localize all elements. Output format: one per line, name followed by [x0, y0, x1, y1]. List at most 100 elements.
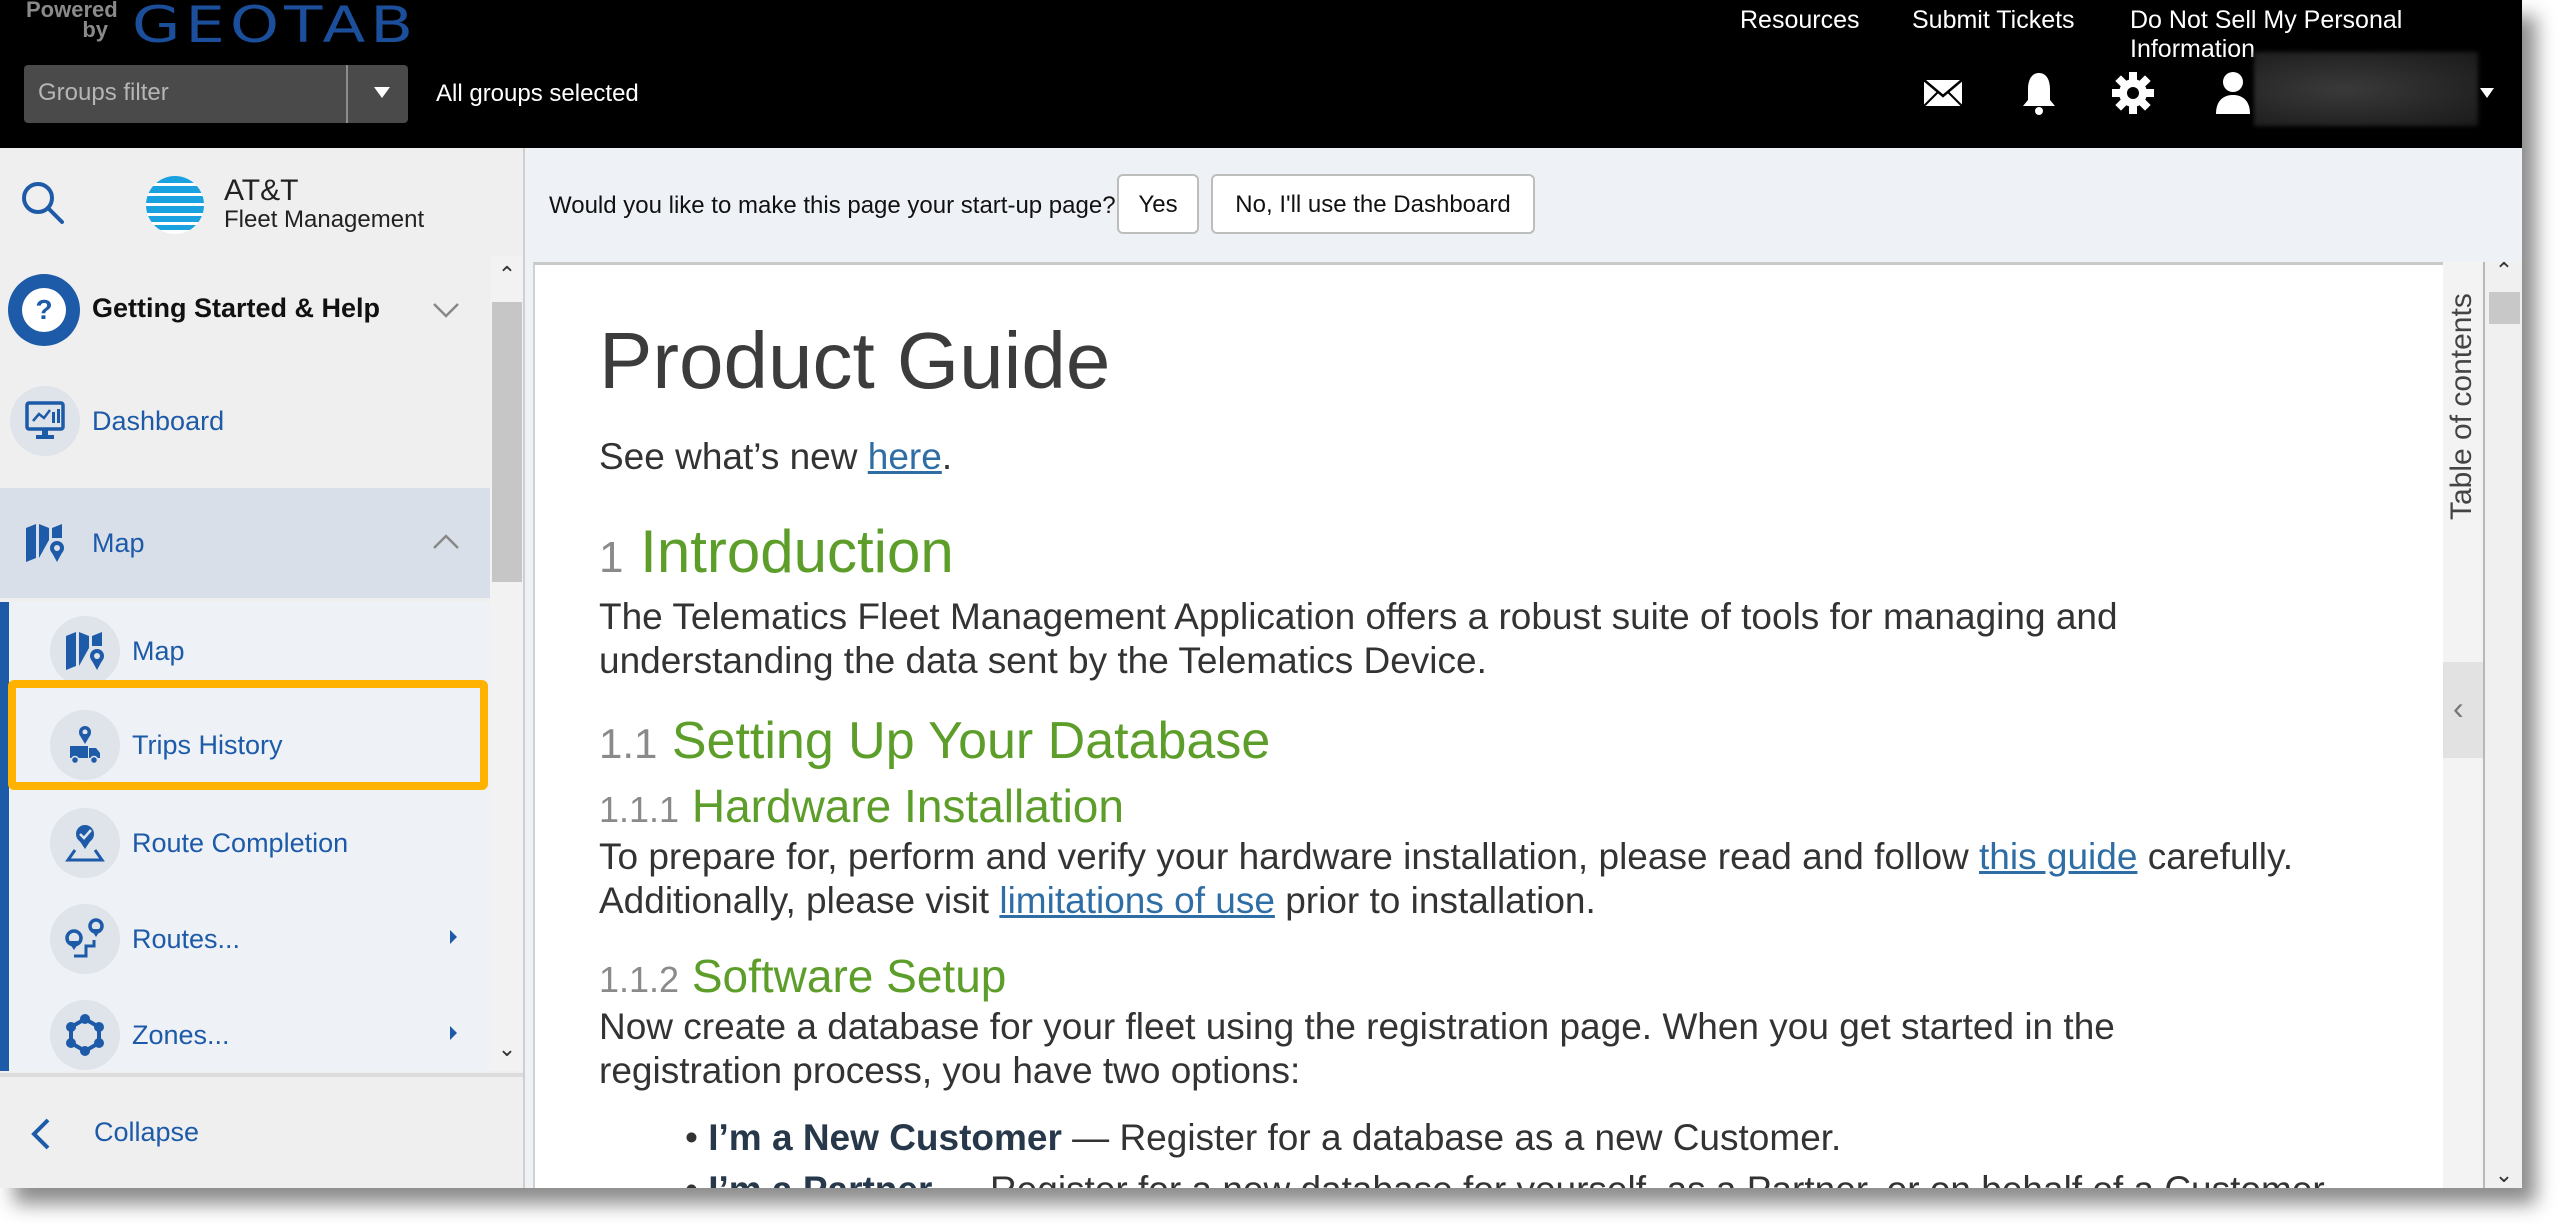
sidebar-subitem-route-completion[interactable]: Route Completion: [0, 794, 490, 890]
user-icon[interactable]: [2210, 70, 2256, 116]
dashboard-icon: [25, 401, 65, 439]
option-list-item: • I’m a Partner — Register for a new dat…: [685, 1169, 2333, 1188]
toc-expand-button[interactable]: ‹: [2443, 662, 2483, 758]
hw-line-2-suffix: prior to installation.: [1274, 880, 1596, 921]
sidebar-scrollbar[interactable]: ⌃ ⌄: [490, 256, 523, 1071]
section-title: Setting Up Your Database: [671, 712, 1271, 770]
groups-status-text: All groups selected: [436, 80, 639, 107]
document-scroll-thumb[interactable]: [2489, 292, 2520, 324]
section-heading-hardware-installation: 1.1.1 Hardware Installation: [599, 779, 1124, 833]
sidebar-item-map[interactable]: Map: [0, 488, 490, 598]
gear-icon[interactable]: [2110, 70, 2156, 116]
sidebar-subitem-label: Routes...: [132, 924, 241, 954]
app-window: Powered by GEOTAB Groups filter All grou…: [0, 0, 2522, 1188]
sidebar-item-getting-started[interactable]: ? Getting Started & Help: [0, 256, 490, 366]
fleet-management-label: Fleet Management: [224, 206, 425, 233]
product-guide-document: Product Guide See what’s new here. 1 Int…: [533, 262, 2445, 1188]
limitations-of-use-link[interactable]: limitations of use: [999, 880, 1275, 921]
section-heading-introduction: 1 Introduction: [599, 517, 954, 586]
section-title: Hardware Installation: [691, 780, 1124, 832]
sidebar-subitem-routes[interactable]: Routes...: [0, 890, 490, 986]
user-name-redacted[interactable]: [2254, 52, 2478, 126]
software-paragraph: Now create a database for your fleet usi…: [599, 1005, 2115, 1093]
section-number: 1.1: [599, 720, 658, 767]
powered-by-label: Powered by: [26, 0, 118, 42]
startup-page-question: Would you like to make this page your st…: [549, 192, 1116, 219]
user-menu-chevron-down-icon[interactable]: [2480, 88, 2494, 98]
section-heading-setting-up-database: 1.1 Setting Up Your Database: [599, 711, 1270, 771]
sidebar-item-label: Dashboard: [92, 406, 225, 436]
groups-filter-input[interactable]: Groups filter: [24, 65, 408, 123]
scroll-up-icon[interactable]: ⌃: [492, 262, 522, 288]
att-globe-logo: [146, 176, 204, 234]
whats-new-text: See what’s new here.: [599, 435, 952, 479]
whats-new-link[interactable]: here: [868, 436, 942, 477]
search-icon[interactable]: [18, 178, 66, 226]
submenu-arrow-icon: [450, 930, 457, 944]
document-scrollbar[interactable]: ⌃ ⌄: [2485, 258, 2522, 1188]
map-icon: [26, 524, 64, 562]
option-list-item: • I’m a New Customer — Register for a da…: [685, 1117, 1841, 1159]
chevron-left-icon: [31, 1118, 50, 1150]
bullet-icon: •: [685, 1117, 709, 1158]
intro-line-1: The Telematics Fleet Management Applicat…: [599, 596, 2118, 637]
zones-icon: [66, 1014, 104, 1056]
resources-link[interactable]: Resources: [1740, 6, 1860, 35]
chevron-down-icon[interactable]: [374, 87, 390, 98]
groups-filter-placeholder: Groups filter: [38, 79, 169, 106]
yes-button[interactable]: Yes: [1117, 174, 1199, 234]
help-icon: ?: [8, 274, 80, 346]
sidebar-scroll-thumb[interactable]: [492, 302, 522, 582]
submit-tickets-link[interactable]: Submit Tickets: [1912, 6, 2075, 35]
submenu-arrow-icon: [450, 1026, 457, 1040]
top-bar: Powered by GEOTAB Groups filter All grou…: [0, 0, 2522, 148]
sidebar-nav-list: ? Getting Started & Help Dashboard Map M…: [0, 256, 490, 1071]
sidebar-item-label: Map: [92, 528, 145, 558]
sidebar-item-label: Getting Started & Help: [92, 293, 381, 323]
scroll-up-icon[interactable]: ⌃: [2489, 258, 2519, 284]
use-dashboard-button[interactable]: No, I'll use the Dashboard: [1211, 174, 1535, 234]
scroll-down-icon[interactable]: ⌄: [492, 1036, 522, 1062]
map-icon: [66, 632, 104, 670]
table-of-contents-label[interactable]: Table of contents: [2445, 260, 2479, 520]
svg-text:?: ?: [35, 294, 52, 325]
sidebar-subitem-label: Map: [132, 636, 185, 666]
option-description: — Register for a database as a new Custo…: [1061, 1117, 1842, 1158]
sidebar: AT&T Fleet Management ? Getting Started …: [0, 148, 525, 1188]
section-title: Introduction: [640, 518, 954, 585]
mail-icon[interactable]: [1920, 70, 1966, 116]
section-number: 1.1.1: [599, 789, 680, 830]
sw-line-1: Now create a database for your fleet usi…: [599, 1006, 2115, 1047]
table-of-contents-panel[interactable]: Table of contents ‹: [2443, 262, 2485, 1188]
section-heading-software-setup: 1.1.2 Software Setup: [599, 949, 1006, 1003]
chevron-left-icon: ‹: [2453, 690, 2464, 726]
whats-new-suffix: .: [941, 436, 953, 477]
hw-line-2: Additionally, please visit: [599, 880, 1000, 921]
sidebar-item-dashboard[interactable]: Dashboard: [0, 366, 490, 476]
document-title: Product Guide: [599, 316, 1111, 405]
intro-line-2: understanding the data sent by the Telem…: [599, 640, 1487, 681]
bell-icon[interactable]: [2016, 70, 2062, 116]
sidebar-subitem-zones[interactable]: Zones...: [0, 986, 490, 1071]
main-content: Would you like to make this page your st…: [525, 148, 2522, 1188]
hardware-paragraph: To prepare for, perform and verify your …: [599, 835, 2293, 923]
att-brand-name: AT&T: [224, 174, 299, 207]
section-number: 1: [599, 533, 624, 582]
sw-line-2: registration process, you have two optio…: [599, 1050, 1301, 1091]
groups-filter-divider: [346, 65, 348, 123]
this-guide-link[interactable]: this guide: [1979, 836, 2137, 877]
section-title: Software Setup: [691, 950, 1007, 1002]
route-completion-icon: [65, 825, 105, 862]
chevron-up-icon[interactable]: [432, 532, 460, 552]
geotab-logo[interactable]: GEOTAB: [132, 0, 418, 54]
scroll-down-icon[interactable]: ⌄: [2489, 1162, 2519, 1188]
chevron-down-icon[interactable]: [432, 300, 460, 320]
option-title: I’m a Partner: [708, 1169, 932, 1188]
collapse-button[interactable]: Collapse: [0, 1073, 523, 1188]
routes-icon: [65, 918, 104, 958]
option-description: — Register for a new database for yourse…: [932, 1169, 2333, 1188]
hw-line-1: To prepare for, perform and verify your …: [599, 836, 1980, 877]
section-number: 1.1.2: [599, 959, 680, 1000]
hw-line-1-suffix: carefully.: [2137, 836, 2294, 877]
sidebar-subitem-label: Zones...: [132, 1020, 230, 1050]
